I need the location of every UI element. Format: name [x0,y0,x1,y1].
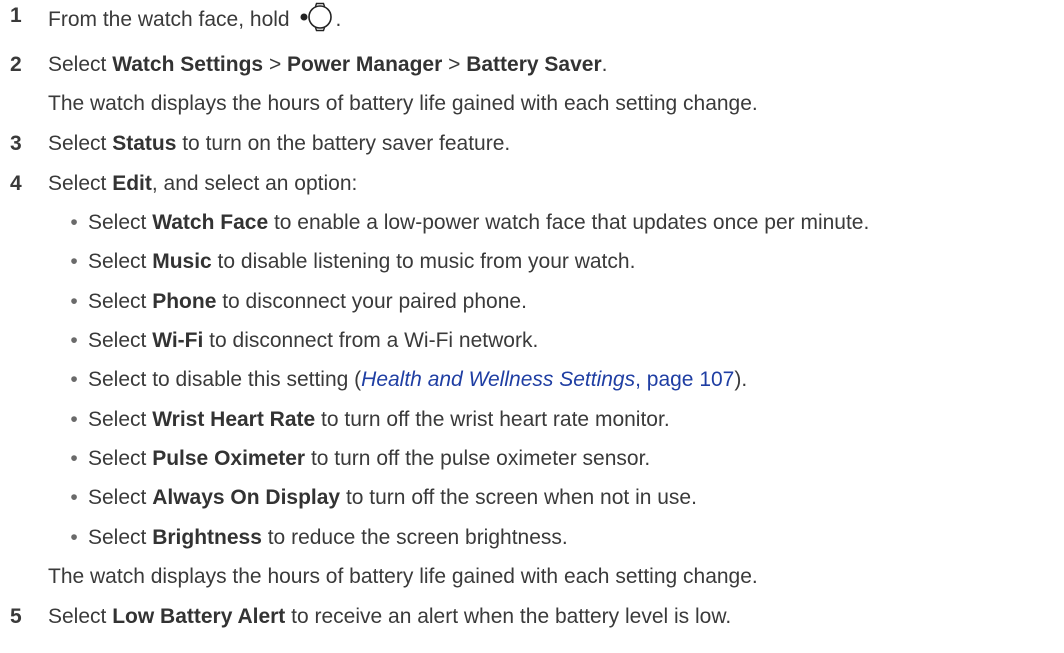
instructions-document: 1 From the watch face, hold . 2 Select W… [0,0,1064,653]
step-number: 5 [10,605,22,628]
status-label: Status [112,132,177,155]
menu-path-battery-saver: Battery Saver [466,53,602,76]
step-number: 1 [10,4,22,27]
bullet: • [70,211,78,234]
low-battery-alert-label: Low Battery Alert [112,605,286,628]
bullet: • [70,329,78,352]
menu-path-power-manager: Power Manager [287,53,443,76]
step-number: 2 [10,53,22,76]
step-number: 3 [10,132,22,155]
menu-path-watch-settings: Watch Settings [112,53,264,76]
health-wellness-settings-link[interactable]: Health and Wellness Settings, page 107 [361,368,734,391]
bullet: • [70,408,78,431]
edit-label: Edit [112,172,152,195]
watch-button-icon [299,2,335,40]
bullet: • [70,290,78,313]
step-number: 4 [10,172,22,195]
bullet: • [70,526,78,549]
bullet: • [70,368,78,391]
bullet: • [70,250,78,273]
bullet: • [70,486,78,509]
step-text: From the watch face, hold [48,8,296,31]
bullet: • [70,447,78,470]
